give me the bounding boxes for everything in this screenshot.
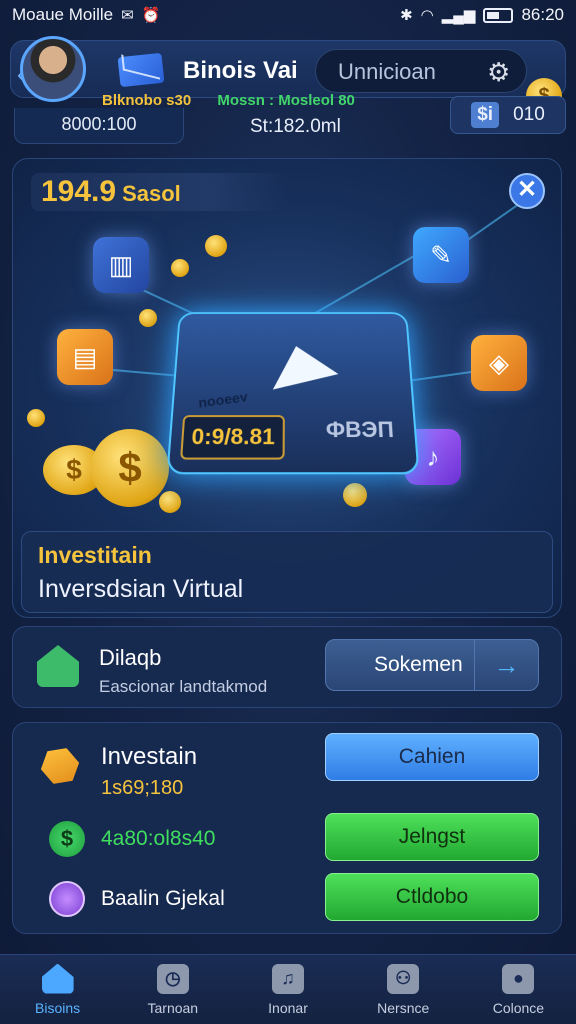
gear-icon[interactable]: ⚙ — [487, 57, 510, 88]
header-stats-row: Blknobo s30 Mossn : Mosleol 80 — [102, 92, 355, 109]
signal-icon: ▂▄▆ — [441, 7, 476, 24]
app-title: Binois Vai — [183, 57, 298, 84]
stat-mid: St:182.0ml — [250, 116, 341, 137]
investment-green-value: 4a80:ol8s40 — [101, 827, 216, 850]
nav-label: Bisoins — [35, 999, 81, 1016]
floating-coin-icon — [139, 309, 157, 327]
avatar[interactable] — [20, 36, 86, 102]
hero-banner: 194.9 Sasol ✕ ▥ ✎ ▤ ◈ ♪ $ $ nooeev 0:9/8.… — [12, 158, 562, 618]
green-action-button-2[interactable]: Ctldobo — [325, 873, 539, 921]
nav-label: Tarnoan — [147, 999, 199, 1016]
mail-notification-icon: ✉ — [121, 7, 134, 24]
clock-icon: ◷ — [156, 963, 189, 994]
investment-card: Investain 1s69;180 $ 4a80:ol8s40 Baalin … — [12, 722, 562, 934]
summary-card: Dilaqb Eascionar landtakmod Sokemen → — [12, 626, 562, 708]
stat-a: Blknobo s30 — [102, 92, 192, 109]
header: ‹ Binois Vai Unnicioan ⚙ $ Blknobo s30 M… — [0, 34, 576, 144]
floating-coin-icon — [27, 409, 45, 427]
hero-amount-value: 194.9 — [41, 175, 117, 208]
hero-amount: 194.9 Sasol — [31, 173, 287, 211]
status-app-name: Moaue Moille — [12, 5, 114, 24]
person-icon: ● — [502, 963, 535, 994]
investment-device-illustration: nooeev 0:9/8.81 ФВЭП — [166, 312, 420, 475]
nav-label: Inonar — [268, 999, 308, 1016]
nav-item-clock[interactable]: ◷ Tarnoan — [115, 955, 230, 1024]
hero-amount-unit: Sasol — [122, 181, 181, 206]
hexagon-badge-icon — [38, 742, 83, 789]
summary-action-label: Sokemen — [374, 653, 463, 676]
nav-label: Colonce — [492, 999, 545, 1016]
ticket-icon: ◈ — [471, 335, 527, 391]
investment-card-title: Investain — [101, 743, 198, 770]
mini-wallet-button[interactable]: $i 010 — [450, 96, 566, 134]
hero-info-title: Investitain — [38, 542, 152, 568]
connector-line — [303, 249, 426, 321]
status-time: 86:20 — [521, 5, 564, 24]
nav-item-people[interactable]: ⚇ Nersnce — [346, 955, 461, 1024]
status-bar: Moaue Moille ✉ ⏰ ✱ ◠ ▂▄▆ 86:20 — [0, 0, 576, 30]
green-action-button-1[interactable]: Jelngst — [325, 813, 539, 861]
header-bar: ‹ Binois Vai Unnicioan ⚙ — [10, 40, 566, 98]
floating-coin-icon — [343, 483, 367, 507]
wallet-tile-icon: ▤ — [57, 329, 113, 385]
summary-card-title: Dilaqb — [99, 645, 162, 670]
nav-item-profile[interactable]: ● Colonce — [461, 955, 576, 1024]
arrow-right-icon: → — [474, 640, 538, 690]
wifi-icon: ◠ — [420, 7, 434, 24]
wallet-icon: $i — [471, 102, 500, 128]
battery-icon — [483, 7, 514, 23]
hero-info-subtitle: Inversdsian Virtual — [38, 575, 244, 603]
stat-b: Mossn : Mosleol 80 — [217, 92, 355, 109]
status-left: Moaue Moille ✉ ⏰ — [12, 5, 160, 25]
hero-info-panel[interactable]: Investitain Inversdsian Virtual — [21, 531, 553, 613]
dollar-coin-icon: $ — [91, 429, 169, 507]
bluetooth-icon: ✱ — [400, 7, 413, 24]
investment-card-value: 1s69;180 — [101, 777, 184, 799]
floating-coin-icon — [171, 259, 189, 277]
investment-label: Baalin Gjekal — [101, 887, 225, 910]
nav-item-chart[interactable]: ♫ Inonar — [230, 955, 345, 1024]
bar-chart-icon: ▥ — [93, 237, 149, 293]
home-icon — [41, 963, 74, 994]
device-label: nooeev — [197, 388, 249, 411]
globe-icon — [49, 881, 85, 917]
blue-action-button[interactable]: Cahien — [325, 733, 539, 781]
chart-icon: ♫ — [272, 963, 304, 994]
device-side-label: ФВЭП — [325, 417, 395, 443]
balance-display: 8000:100 — [14, 108, 184, 144]
floating-coin-icon — [205, 235, 227, 257]
summary-action-button[interactable]: Sokemen → — [325, 639, 539, 691]
dollar-icon: $ — [49, 821, 85, 857]
mini-wallet-value: 010 — [513, 104, 545, 125]
people-icon: ⚇ — [387, 963, 420, 994]
nav-item-home[interactable]: Bisoins — [0, 955, 115, 1024]
play-arrow-icon — [263, 338, 339, 390]
status-right: ✱ ◠ ▂▄▆ 86:20 — [400, 5, 564, 25]
message-icon[interactable] — [117, 52, 165, 88]
alarm-icon: ⏰ — [141, 7, 161, 24]
house-icon — [37, 645, 79, 687]
close-icon[interactable]: ✕ — [509, 173, 545, 209]
floating-coin-icon — [159, 491, 181, 513]
pencil-icon: ✎ — [413, 227, 469, 283]
summary-card-subtitle: Eascionar landtakmod — [99, 677, 268, 696]
bottom-nav: Bisoins ◷ Tarnoan ♫ Inonar ⚇ Nersnce ● C… — [0, 954, 576, 1024]
nav-label: Nersnce — [377, 999, 430, 1016]
device-screen-readout: 0:9/8.81 — [180, 415, 285, 460]
